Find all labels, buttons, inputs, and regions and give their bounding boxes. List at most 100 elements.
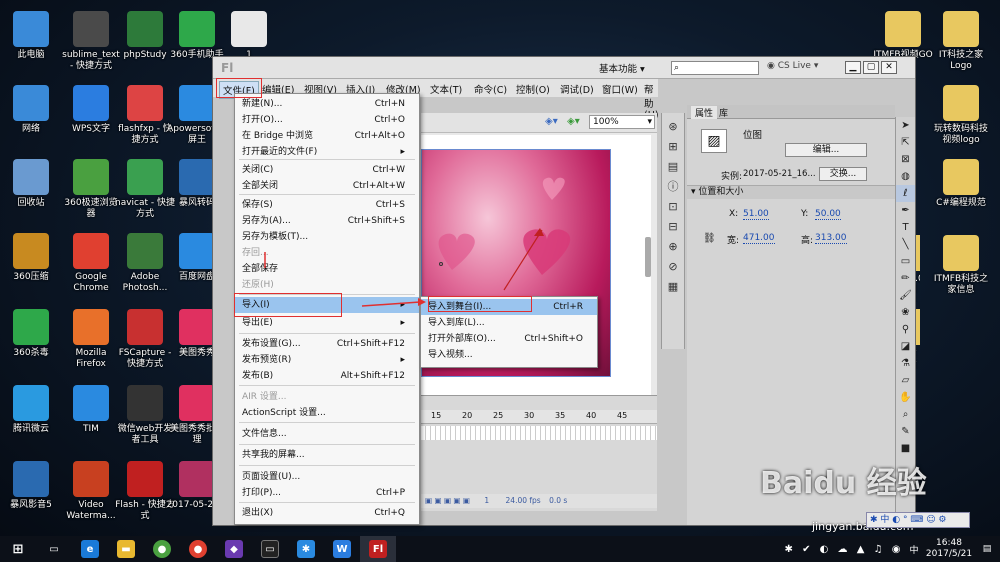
desktop-icon[interactable]: TIM <box>60 382 122 452</box>
desktop-icon[interactable]: 此电脑 <box>0 8 62 78</box>
tab-library[interactable]: 库 <box>719 106 728 119</box>
file-menu-item[interactable]: 全部关闭 Ctrl+Alt+W <box>235 178 419 194</box>
file-menu-item[interactable]: 打印(P)... Ctrl+P <box>235 485 419 501</box>
menu-7[interactable]: 控制(O) <box>513 81 553 97</box>
maximize-button[interactable]: ▢ <box>863 61 879 74</box>
system-tray[interactable]: ✱ ✔ ◐ ☁ ▲ ♫ ◉ <box>784 544 904 555</box>
file-menu-item[interactable]: 发布预览(R) ▸ <box>235 352 419 368</box>
edit-button[interactable]: 编辑... <box>785 143 867 157</box>
position-size-header[interactable]: ▾ 位置和大小 <box>687 185 895 199</box>
file-menu-item[interactable]: 另存为(A)... Ctrl+Shift+S <box>235 213 419 229</box>
start-button[interactable]: ⊞ <box>0 536 36 562</box>
taskbar-vs[interactable]: ◆ <box>216 536 252 562</box>
file-menu-item[interactable]: 导出(E) ▸ <box>235 315 419 331</box>
brush-tool-icon[interactable]: 🖌 <box>896 287 915 304</box>
file-menu-item[interactable]: 打开最近的文件(F) ▸ <box>235 144 419 160</box>
timeline-buttons[interactable]: ▣ ▣ ▣ ▣ ▣ <box>421 496 470 505</box>
eyedropper-tool-icon[interactable]: ⚗ <box>896 355 915 372</box>
vertical-scrollbar[interactable] <box>645 237 651 277</box>
edit-symbol-icon[interactable]: ◈▾ <box>567 116 580 127</box>
movie-explorer-icon[interactable]: ⊘ <box>662 257 684 277</box>
desktop-icon[interactable]: 暴风影音5 <box>0 458 62 528</box>
pencil-tool-icon[interactable]: ✏ <box>896 270 915 287</box>
file-menu-item[interactable]: 打开(O)... Ctrl+O <box>235 112 419 128</box>
desktop-icon[interactable]: 360极速浏览器 <box>60 156 122 226</box>
taskbar-cmd[interactable]: ▭ <box>252 536 288 562</box>
zoom-tool-icon[interactable]: ⌕ <box>896 406 915 423</box>
file-menu-item[interactable]: 另存为模板(T)... <box>235 229 419 245</box>
workspace-dropdown[interactable]: 基本功能 ▾ <box>599 61 645 75</box>
line-tool-icon[interactable]: ╲ <box>896 236 915 253</box>
search-input[interactable]: ⌕ <box>671 61 759 75</box>
file-menu-item[interactable]: 页面设置(U)... <box>235 469 419 485</box>
file-menu-item[interactable]: 发布设置(G)... Ctrl+Shift+F12 <box>235 336 419 352</box>
desktop-icon[interactable]: IT科技之家Logo <box>930 8 992 78</box>
free-transform-tool-icon[interactable]: ⊠ <box>896 151 915 168</box>
edit-scene-icon[interactable]: ◈▾ <box>545 116 558 127</box>
hand-tool-icon[interactable]: ✋ <box>896 389 915 406</box>
project-panel-icon[interactable]: ▦ <box>662 277 684 297</box>
desktop-icon[interactable]: Mozilla Firefox <box>60 306 122 376</box>
task-view-button[interactable]: ▭ <box>36 536 72 562</box>
align-panel-icon[interactable]: ▤ <box>662 157 684 177</box>
info-panel-icon[interactable]: ⓘ <box>662 177 684 197</box>
paint-bucket-tool-icon[interactable]: ◪ <box>896 338 915 355</box>
desktop-icon[interactable]: sublime_text - 快捷方式 <box>60 8 122 78</box>
tab-properties[interactable]: 属性 <box>691 106 718 119</box>
timeline-frames[interactable] <box>421 426 657 440</box>
minimize-button[interactable]: ▁ <box>845 61 861 74</box>
menu-5[interactable]: 文本(T) <box>427 81 465 97</box>
desktop-icon[interactable]: 回收站 <box>0 156 62 226</box>
file-menu-item[interactable]: 在 Bridge 中浏览 Ctrl+Alt+O <box>235 128 419 144</box>
import-submenu-item[interactable]: 导入视频... <box>421 347 597 363</box>
3d-rotation-tool-icon[interactable]: ◍ <box>896 168 915 185</box>
height-value[interactable]: 313.00 <box>815 233 847 244</box>
timeline-ruler[interactable]: 15 20 25 30 35 40 45 <box>421 410 657 424</box>
desktop-icon[interactable]: 玩转数码科技视频logo <box>930 82 992 152</box>
desktop-icon[interactable]: Video Waterma... <box>60 458 122 528</box>
cs-live-button[interactable]: ◉ CS Live ▾ <box>767 61 818 71</box>
ime-toolbar[interactable]: ✱ 中 ◐ ° ⌨ ☺ ⚙ <box>866 512 970 528</box>
eraser-tool-icon[interactable]: ▱ <box>896 372 915 389</box>
fill-color-icon[interactable]: ■ <box>896 440 915 457</box>
desktop-icon[interactable]: WPS文字 <box>60 82 122 152</box>
close-button[interactable]: ✕ <box>881 61 897 74</box>
swap-button[interactable]: 交换... <box>819 167 867 181</box>
file-menu-item[interactable]: 新建(N)... Ctrl+N <box>235 96 419 112</box>
taskbar-tim[interactable]: ✱ <box>288 536 324 562</box>
taskbar-explorer[interactable]: ▬ <box>108 536 144 562</box>
menu-8[interactable]: 调试(D) <box>557 81 597 97</box>
desktop-icon[interactable]: 网络 <box>0 82 62 152</box>
desktop-icon[interactable]: ITMFB科技之家信息 <box>930 232 992 302</box>
motion-presets-icon[interactable]: ⊕ <box>662 237 684 257</box>
zoom-select[interactable]: 100% ▾ <box>589 115 655 129</box>
desktop-icon[interactable]: 腾讯微云 <box>0 382 62 452</box>
desktop-icon[interactable]: 360压缩 <box>0 230 62 300</box>
deco-tool-icon[interactable]: ❀ <box>896 304 915 321</box>
pen-tool-icon[interactable]: ✒ <box>896 202 915 219</box>
desktop-icon[interactable]: C#编程规范 <box>930 156 992 226</box>
link-icon[interactable]: ⛓ <box>703 233 716 244</box>
frame-rate[interactable]: 24.00 fps <box>492 496 541 505</box>
menu-6[interactable]: 命令(C) <box>471 81 510 97</box>
file-menu-item[interactable]: AIR 设置... <box>235 389 419 405</box>
file-menu-item[interactable]: ActionScript 设置... <box>235 405 419 421</box>
file-menu-item[interactable]: 发布(B) Alt+Shift+F12 <box>235 368 419 384</box>
notification-icon[interactable]: ▤ <box>974 544 1000 554</box>
y-value[interactable]: 50.00 <box>815 209 841 220</box>
ime-indicator[interactable]: 中 <box>904 543 924 556</box>
lasso-tool-icon[interactable]: ℓ <box>896 185 915 202</box>
width-value[interactable]: 471.00 <box>743 233 775 244</box>
menu-9[interactable]: 窗口(W) <box>599 81 641 97</box>
taskbar-chrome[interactable]: ● <box>180 536 216 562</box>
rectangle-tool-icon[interactable]: ▭ <box>896 253 915 270</box>
text-tool-icon[interactable]: T <box>896 219 915 236</box>
x-value[interactable]: 51.00 <box>743 209 769 220</box>
file-menu-item[interactable]: 保存(S) Ctrl+S <box>235 197 419 213</box>
bone-tool-icon[interactable]: ⚲ <box>896 321 915 338</box>
selection-tool-icon[interactable]: ➤ <box>896 117 915 134</box>
desktop-icon[interactable]: 360杀毒 <box>0 306 62 376</box>
file-menu-item[interactable]: 共享我的屏幕... <box>235 447 419 463</box>
swatches-panel-icon[interactable]: ⊞ <box>662 137 684 157</box>
import-submenu-item[interactable]: 打开外部库(O)... Ctrl+Shift+O <box>421 331 597 347</box>
